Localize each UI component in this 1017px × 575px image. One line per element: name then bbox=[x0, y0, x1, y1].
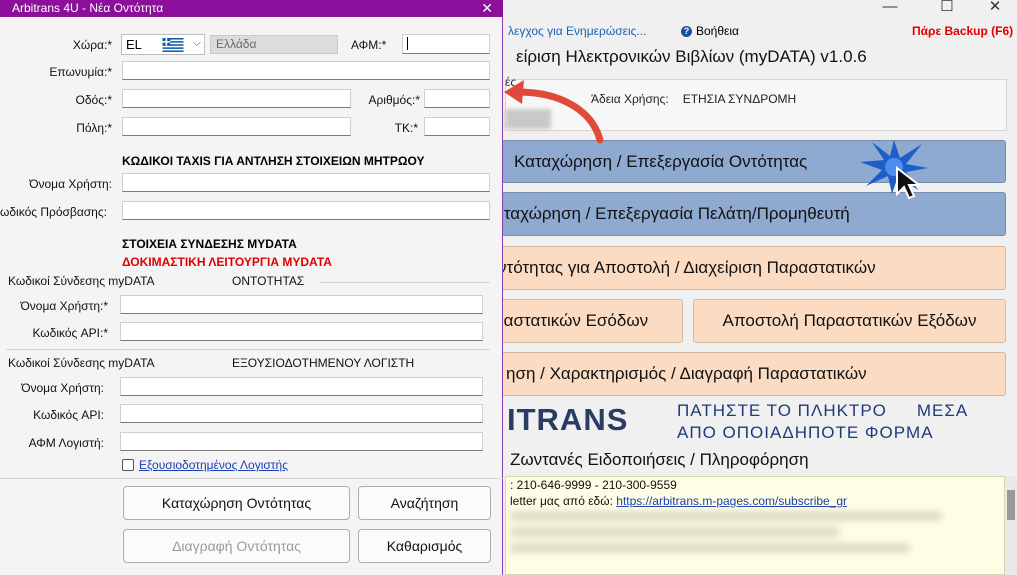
notice-line1b: ΜΕΣΑ bbox=[916, 401, 969, 420]
zip-input[interactable] bbox=[424, 117, 490, 136]
clear-button[interactable]: Καθαρισμός bbox=[358, 529, 491, 563]
afm-input[interactable] bbox=[402, 34, 490, 54]
acc-api-label: Κωδικός API: bbox=[33, 408, 104, 422]
taxis-pass-label: ωδικός Πρόσβασης: bbox=[0, 205, 107, 219]
chevron-down-icon: ⌵ bbox=[192, 37, 201, 49]
dialog-close-button[interactable]: ✕ bbox=[481, 0, 493, 17]
entity-api-label: Κωδικός API:* bbox=[32, 326, 108, 340]
menu-backup-label: Πάρε Backup (F6) bbox=[912, 24, 1014, 38]
news-phone: : 210-646-9999 - 210-300-9559 bbox=[510, 478, 677, 492]
live-notifications-title: Ζωντανές Ειδοποιήσεις / Πληροφόρηση bbox=[510, 450, 809, 469]
greece-flag-icon bbox=[162, 38, 184, 52]
street-input[interactable] bbox=[122, 89, 351, 108]
send-documents-label: ντότητας για Αποστολή / Διαχείριση Παρασ… bbox=[498, 258, 876, 277]
save-entity-button[interactable]: Καταχώρηση Οντότητας bbox=[123, 486, 350, 520]
mydata-heading: ΣΤΟΙΧΕΙΑ ΣΥΝΔΕΣΗΣ MYDATA bbox=[122, 237, 297, 251]
city-input[interactable] bbox=[122, 117, 351, 136]
search-label: Αναζήτηση bbox=[390, 495, 459, 511]
entity-api-input[interactable] bbox=[120, 322, 483, 341]
send-expense-documents-button[interactable]: Αποστολή Παραστατικών Εξόδων bbox=[693, 299, 1006, 343]
acc-group-sub: ΕΞΟΥΣΙΟΔΟΤΗΜΕΝΟΥ ΛΟΓΙΣΤΗ bbox=[232, 356, 415, 370]
news-scrollbar[interactable] bbox=[1005, 476, 1017, 575]
send-expense-documents-label: Αποστολή Παραστατικών Εξόδων bbox=[722, 311, 977, 330]
authorized-accountant-link[interactable]: Εξουσιοδοτημένος Λογιστής bbox=[139, 458, 288, 472]
maximize-button[interactable]: ☐ bbox=[927, 0, 967, 14]
news-link-row: letter μας από εδώ: https://arbitrans.m-… bbox=[510, 494, 847, 508]
dialog-titlebar[interactable]: Arbitrans 4U - Νέα Οντότητα ✕ bbox=[0, 0, 503, 17]
taxis-pass-input[interactable] bbox=[122, 201, 490, 220]
notice-line2: ΑΠΟ ΟΠΟΙΑΔΗΠΟΤΕ ΦΟΡΜΑ bbox=[677, 423, 934, 442]
acc-user-input[interactable] bbox=[120, 377, 483, 396]
search-button[interactable]: Αναζήτηση bbox=[358, 486, 491, 520]
taxis-heading: ΚΩΔΙΚΟΙ TAXIS ΓΙΑ ΑΝΤΛΗΣΗ ΣΤΟΙΧΕΙΩΝ ΜΗΤΡ… bbox=[122, 154, 425, 168]
country-name-field: Ελλάδα bbox=[210, 35, 338, 54]
license-info: Άδεια Χρήσης: ΕΤΗΣΙΑ ΣΥΝΔΡΟΜΗ bbox=[591, 92, 796, 106]
characterize-documents-label: ηση / Χαρακτηρισμός / Διαγραφή Παραστατι… bbox=[506, 364, 867, 383]
scrollbar-thumb[interactable] bbox=[1007, 490, 1015, 520]
delete-entity-button[interactable]: Διαγραφή Οντότητας bbox=[123, 529, 350, 563]
country-code: EL bbox=[126, 37, 142, 52]
annotation-arrow bbox=[504, 80, 604, 144]
number-label: Αριθμός:* bbox=[368, 93, 420, 107]
newsletter-link[interactable]: https://arbitrans.m-pages.com/subscribe_… bbox=[616, 494, 847, 508]
section-divider bbox=[6, 349, 490, 350]
acc-api-input[interactable] bbox=[120, 404, 483, 423]
number-input[interactable] bbox=[424, 89, 490, 108]
minimize-button[interactable]: — bbox=[870, 0, 910, 14]
dialog-title: Arbitrans 4U - Νέα Οντότητα bbox=[12, 1, 164, 15]
entity-user-label: Όνομα Χρήστη:* bbox=[20, 299, 108, 313]
news-link-prefix: letter μας από εδώ: bbox=[510, 494, 617, 508]
help-icon: ? bbox=[681, 25, 692, 37]
zip-label: ΤΚ:* bbox=[394, 121, 418, 135]
entity-group-label: Κωδικοί Σύνδεσης myDATA bbox=[8, 274, 155, 288]
acc-afm-input[interactable] bbox=[120, 432, 483, 451]
income-documents-label: ραστατικών Εσόδων bbox=[494, 311, 649, 330]
country-select[interactable]: EL ⌵ bbox=[121, 34, 205, 55]
brand-logo: ITRANS bbox=[507, 402, 629, 437]
mydata-test-heading: ΔΟΚΙΜΑΣΤΙΚΗ ΛΕΙΤΟΥΡΓΙΑ MYDATA bbox=[122, 255, 332, 269]
name-input[interactable] bbox=[122, 61, 490, 80]
delete-entity-label: Διαγραφή Οντότητας bbox=[172, 538, 301, 554]
street-label: Οδός:* bbox=[75, 93, 112, 107]
taxis-user-label: Όνομα Χρήστη: bbox=[29, 177, 112, 191]
group-divider bbox=[320, 282, 490, 283]
afm-label: ΑΦΜ:* bbox=[351, 38, 387, 52]
client-supplier-label: αταχώρηση / Επεξεργασία Πελάτη/Προμηθευτ… bbox=[494, 204, 850, 223]
entity-group-sub: ΟΝΤΟΤΗΤΑΣ bbox=[232, 274, 305, 288]
authorized-accountant-checkbox[interactable] bbox=[122, 459, 134, 471]
save-entity-label: Καταχώρηση Οντότητας bbox=[161, 495, 312, 511]
client-supplier-button[interactable]: αταχώρηση / Επεξεργασία Πελάτη/Προμηθευτ… bbox=[493, 192, 1006, 236]
minimize-icon: — bbox=[882, 0, 898, 15]
send-documents-button[interactable]: ντότητας για Αποστολή / Διαχείριση Παρασ… bbox=[493, 246, 1006, 290]
menu-backup[interactable]: Πάρε Backup (F6) bbox=[912, 24, 1013, 38]
new-entity-dialog: Arbitrans 4U - Νέα Οντότητα ✕ Χώρα:* EL … bbox=[0, 0, 503, 575]
city-label: Πόλη:* bbox=[76, 121, 112, 135]
close-button[interactable]: ✕ bbox=[975, 0, 1015, 14]
acc-group-label: Κωδικοί Σύνδεσης myDATA bbox=[8, 356, 155, 370]
income-documents-button[interactable]: ραστατικών Εσόδων bbox=[493, 299, 683, 343]
menu-help-label: Βοήθεια bbox=[696, 24, 739, 38]
acc-afm-label: ΑΦΜ Λογιστή: bbox=[28, 436, 104, 450]
app-title: είριση Ηλεκτρονικών Βιβλίων (myDATA) v1.… bbox=[516, 47, 867, 66]
name-label: Επωνυμία:* bbox=[49, 65, 112, 79]
text-caret bbox=[407, 37, 408, 50]
close-icon: ✕ bbox=[988, 0, 1002, 15]
menu-check-updates-label: λεγχος για Ενημερώσεις... bbox=[508, 24, 647, 38]
mouse-cursor-icon bbox=[896, 166, 922, 200]
entity-user-input[interactable] bbox=[120, 295, 483, 314]
characterize-documents-button[interactable]: ηση / Χαρακτηρισμός / Διαγραφή Παραστατι… bbox=[493, 352, 1006, 396]
blurred-news-text bbox=[510, 512, 980, 572]
maximize-icon: ☐ bbox=[940, 0, 954, 15]
clear-label: Καθαρισμός bbox=[386, 538, 463, 554]
acc-user-label: Όνομα Χρήστη: bbox=[21, 381, 104, 395]
hotkey-notice: ΠΑΤΗΣΤΕ ΤΟ ΠΛΗΚΤΡΟ ΜΕΣΑ ΑΠΟ ΟΠΟΙΑΔΗΠΟΤΕ Φ… bbox=[677, 400, 968, 444]
country-label: Χώρα:* bbox=[72, 38, 112, 52]
menu-check-updates[interactable]: λεγχος για Ενημερώσεις... bbox=[508, 24, 646, 38]
notice-line1a: ΠΑΤΗΣΤΕ ΤΟ ΠΛΗΚΤΡΟ bbox=[677, 401, 887, 420]
menu-help[interactable]: ? Βοήθεια bbox=[681, 24, 739, 38]
button-area-divider bbox=[0, 478, 503, 479]
license-value: ΕΤΗΣΙΑ ΣΥΝΔΡΟΜΗ bbox=[682, 92, 797, 106]
taxis-user-input[interactable] bbox=[122, 173, 490, 192]
